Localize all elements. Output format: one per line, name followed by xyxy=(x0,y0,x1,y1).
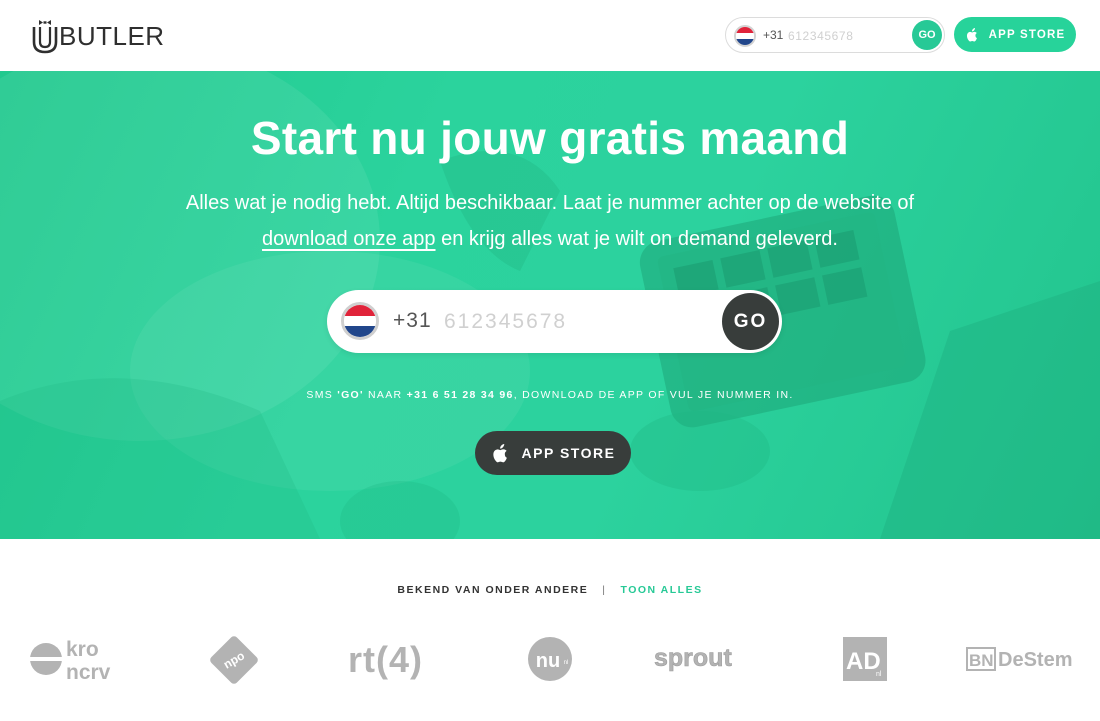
nu-text: nu xyxy=(536,650,560,672)
apple-icon xyxy=(966,27,977,42)
sms-keyword: 'GO' xyxy=(337,389,364,401)
kro-text: kro xyxy=(66,638,99,661)
rtl4-text: rt(4) xyxy=(348,639,423,680)
subtitle-text-end: en krijg alles wat je wilt on demand gel… xyxy=(441,228,838,250)
destem-text: DeStem xyxy=(998,649,1072,671)
go-button[interactable]: GO xyxy=(722,293,779,350)
phone-number-input[interactable] xyxy=(788,26,908,46)
header-phone-form: +31 GO xyxy=(725,17,945,53)
npo-logo[interactable]: npo xyxy=(208,634,260,686)
kro-ncrv-logo[interactable]: kro ncrv xyxy=(28,634,128,684)
hero-title: Start nu jouw gratis maand xyxy=(250,112,850,164)
go-button[interactable]: GO xyxy=(912,20,942,50)
phone-number-input[interactable] xyxy=(444,306,704,338)
show-all-link[interactable]: TOON ALLES xyxy=(621,584,703,596)
press-label: BEKEND VAN ONDER ANDERE xyxy=(397,584,589,596)
country-code: +31 xyxy=(393,309,432,332)
bn-text: BN xyxy=(969,651,994,670)
rtl4-logo[interactable]: rt(4) xyxy=(348,634,438,684)
press-logos: kro ncrv npo rt(4) nu nl sprout AD nl BN… xyxy=(0,628,1100,690)
sms-text: , DOWNLOAD DE APP OF VUL JE NUMMER IN. xyxy=(513,389,794,401)
sprout-text: sprout xyxy=(654,644,732,672)
app-store-label: APP STORE xyxy=(521,445,616,461)
nu-sup-text: nl xyxy=(564,660,569,666)
site-header: BUTLER +31 GO APP STORE xyxy=(0,0,1100,71)
app-store-button[interactable]: APP STORE xyxy=(954,17,1076,52)
bow-tie-icon xyxy=(32,20,58,54)
ncrv-text: ncrv xyxy=(66,661,111,684)
press-heading: BEKEND VAN ONDER ANDERE | TOON ALLES xyxy=(0,584,1100,596)
sprout-logo[interactable]: sprout xyxy=(654,640,758,676)
subtitle-text-start: Alles wat je nodig hebt. Altijd beschikb… xyxy=(185,192,915,214)
ad-logo[interactable]: AD nl xyxy=(842,636,888,682)
netherlands-flag-icon[interactable] xyxy=(734,25,756,47)
app-store-button[interactable]: APP STORE xyxy=(475,431,631,475)
download-app-link[interactable]: download onze app xyxy=(262,228,435,250)
app-store-label: APP STORE xyxy=(988,28,1066,41)
sms-number: +31 6 51 28 34 96 xyxy=(406,389,514,401)
netherlands-flag-icon[interactable] xyxy=(341,302,379,340)
country-code: +31 xyxy=(763,28,784,42)
ad-sup-text: nl xyxy=(876,671,882,678)
bn-destem-logo[interactable]: BN DeStem xyxy=(966,642,1080,674)
apple-icon xyxy=(492,443,507,462)
logo-wordmark: BUTLER xyxy=(59,21,165,51)
hero-phone-form: +31 GO xyxy=(327,290,782,353)
butler-logo[interactable]: BUTLER xyxy=(32,17,165,55)
nu-nl-logo[interactable]: nu nl xyxy=(526,634,578,684)
hero-subtitle: Alles wat je nodig hebt. Altijd beschikb… xyxy=(150,185,950,257)
sms-instruction: SMS 'GO' NAAR +31 6 51 28 34 96, DOWNLOA… xyxy=(0,389,1100,401)
hero-section: Start nu jouw gratis maand Alles wat je … xyxy=(0,71,1100,539)
sms-text: SMS xyxy=(306,389,338,401)
press-separator: | xyxy=(602,584,607,596)
sms-text: NAAR xyxy=(363,389,407,401)
